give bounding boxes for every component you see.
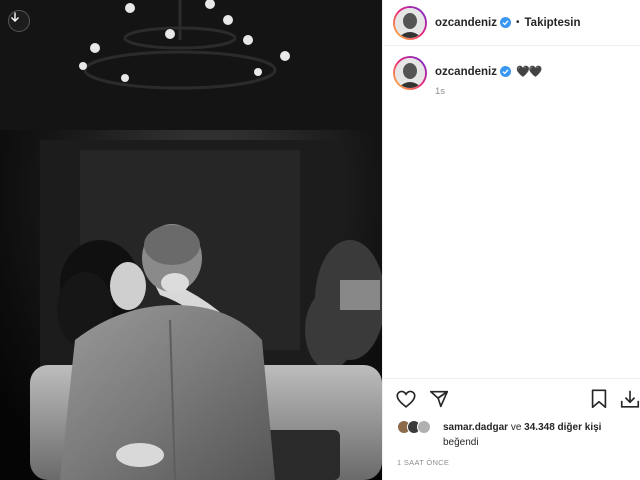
likes-summary: samar.dadgar ve 34.348 diğer kişi	[397, 420, 601, 434]
avatar[interactable]	[393, 5, 427, 40]
download-tray-icon	[620, 390, 640, 408]
likes-connector: ve	[510, 421, 522, 433]
separator-dot: •	[515, 17, 520, 28]
caption-username[interactable]: ozcandeniz	[435, 66, 497, 78]
post-sidebar: ozcandeniz • Takiptesin ozcandeniz 🖤🖤 1s…	[382, 0, 640, 480]
share-button[interactable]	[428, 388, 450, 415]
download-icon	[11, 12, 19, 22]
verified-badge-icon	[499, 66, 511, 77]
liked-by-username[interactable]: samar.dadgar	[443, 422, 508, 433]
post-header: ozcandeniz • Takiptesin	[383, 0, 640, 46]
heart-icon	[396, 390, 416, 408]
action-bar	[383, 378, 640, 418]
download-button[interactable]	[8, 10, 30, 32]
verified-badge-icon	[499, 17, 511, 28]
likes-count[interactable]: 34.348 diğer kişi	[524, 422, 601, 433]
send-icon	[429, 390, 449, 408]
caption: ozcandeniz 🖤🖤 1s	[393, 56, 542, 97]
caption-text: 🖤🖤	[515, 66, 542, 78]
caption-time[interactable]: 1s	[435, 86, 541, 97]
profile-photo-icon	[395, 7, 425, 38]
likes-suffix: beğendi	[443, 437, 479, 448]
post-timestamp[interactable]: 1 SAAT ÖNCE	[397, 458, 449, 467]
likes-text: samar.dadgar ve 34.348 diğer kişi	[443, 422, 601, 433]
profile-photo-icon	[395, 58, 425, 88]
like-button[interactable]	[395, 388, 417, 415]
save-button[interactable]	[589, 388, 609, 415]
caption-avatar[interactable]	[393, 56, 427, 90]
avatar[interactable]	[417, 420, 431, 434]
liker-avatars	[397, 420, 437, 434]
download-post-button[interactable]	[619, 388, 640, 415]
follow-status-button[interactable]: Takiptesin	[525, 17, 581, 29]
wedding-photo-image	[0, 0, 382, 480]
bookmark-icon	[591, 389, 607, 409]
post-photo	[0, 0, 382, 480]
username[interactable]: ozcandeniz	[435, 17, 497, 29]
